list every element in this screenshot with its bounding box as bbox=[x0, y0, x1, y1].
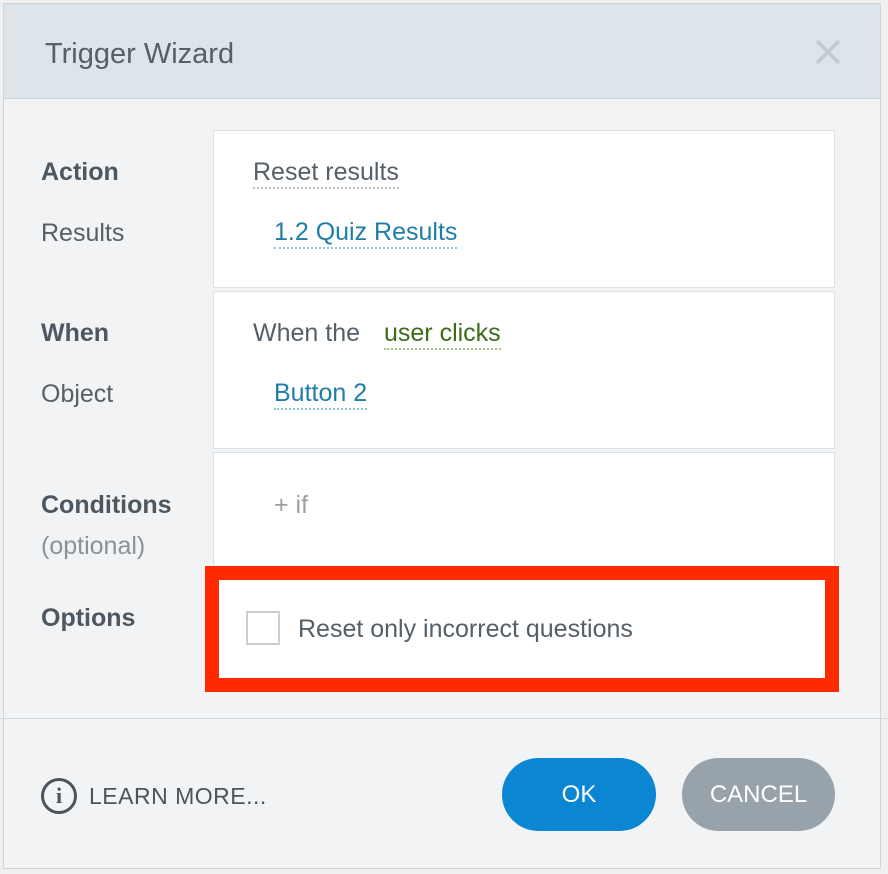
learn-more-label: LEARN MORE... bbox=[89, 782, 267, 809]
learn-more-link[interactable]: i LEARN MORE... bbox=[41, 778, 267, 814]
options-label: Options bbox=[41, 604, 136, 632]
footer-divider bbox=[0, 718, 888, 719]
action-panel bbox=[213, 130, 835, 288]
dialog-titlebar: Trigger Wizard bbox=[4, 4, 880, 99]
info-icon: i bbox=[41, 778, 77, 814]
dialog-title: Trigger Wizard bbox=[45, 38, 235, 70]
close-icon[interactable] bbox=[810, 34, 846, 70]
when-label: When bbox=[41, 319, 110, 347]
when-panel bbox=[213, 291, 835, 449]
add-condition-link[interactable]: + if bbox=[274, 493, 308, 518]
when-value[interactable]: user clicks bbox=[384, 321, 501, 350]
results-value[interactable]: 1.2 Quiz Results bbox=[274, 220, 458, 249]
object-value[interactable]: Button 2 bbox=[274, 381, 368, 410]
results-label: Results bbox=[41, 219, 125, 247]
reset-incorrect-label[interactable]: Reset only incorrect questions bbox=[298, 617, 633, 642]
reset-incorrect-checkbox[interactable] bbox=[246, 611, 280, 645]
ok-button[interactable]: OK bbox=[502, 758, 656, 831]
when-prefix: When the bbox=[253, 319, 361, 347]
conditions-label: Conditions bbox=[41, 491, 172, 519]
action-label: Action bbox=[41, 158, 119, 186]
cancel-button[interactable]: CANCEL bbox=[682, 758, 835, 831]
action-value[interactable]: Reset results bbox=[253, 160, 399, 189]
object-label: Object bbox=[41, 380, 114, 408]
conditions-sublabel: (optional) bbox=[41, 532, 146, 560]
